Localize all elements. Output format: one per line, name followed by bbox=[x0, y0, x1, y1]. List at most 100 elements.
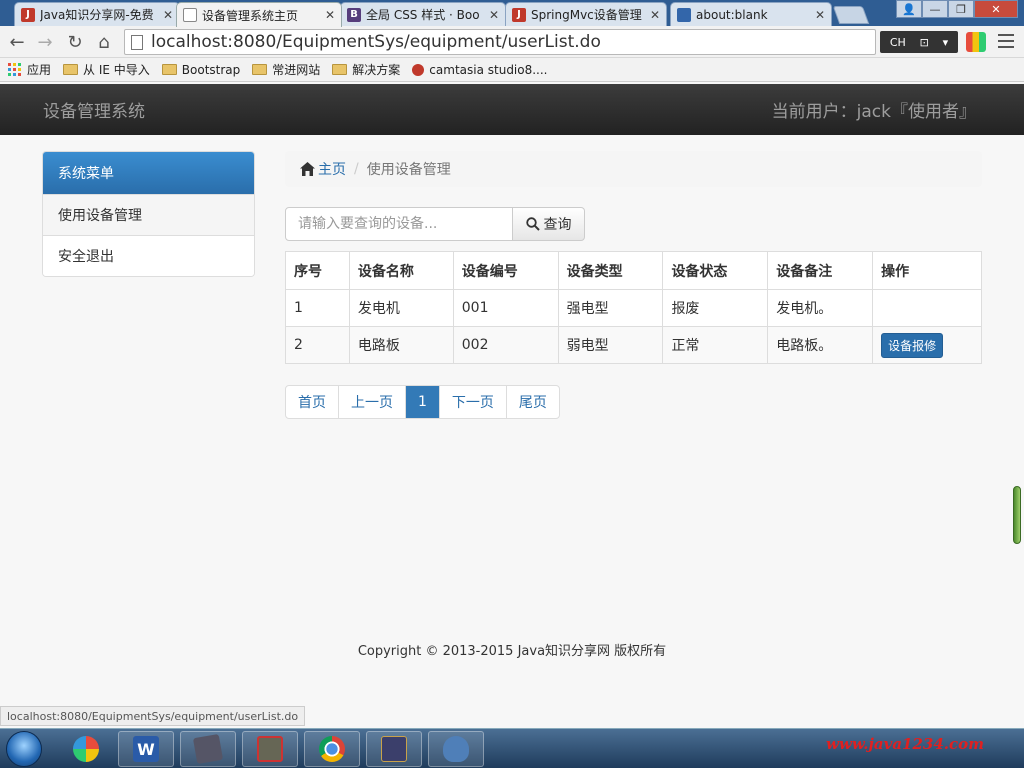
ime-dropdown-icon: ▾ bbox=[942, 35, 949, 49]
column-header: 设备状态 bbox=[662, 251, 769, 290]
page-next-link[interactable]: 下一页 bbox=[438, 386, 506, 418]
breadcrumb-home-link[interactable]: 主页 bbox=[300, 159, 346, 179]
taskbar-app[interactable] bbox=[242, 731, 298, 767]
search-button-label: 查询 bbox=[543, 217, 572, 233]
column-header: 设备备注 bbox=[767, 251, 874, 290]
page-current[interactable]: 1 bbox=[405, 386, 439, 418]
bookmark-camtasia[interactable]: camtasia studio8.... bbox=[412, 63, 548, 77]
cell-no: 2 bbox=[285, 326, 350, 364]
home-icon bbox=[300, 162, 315, 176]
bookmark-label: 解决方案 bbox=[352, 63, 401, 77]
taskbar-app[interactable] bbox=[366, 731, 422, 767]
close-tab-icon[interactable]: ✕ bbox=[163, 8, 173, 22]
windows-start-icon[interactable] bbox=[6, 731, 42, 767]
taskbar-app[interactable] bbox=[428, 731, 484, 767]
chrome-app-icon bbox=[319, 736, 345, 762]
browser-tab-title: 全局 CSS 样式 · Boo bbox=[366, 8, 480, 22]
browser-tab-title: 设备管理系统主页 bbox=[202, 8, 299, 23]
sidebar-menu: 系统菜单 使用设备管理 安全退出 bbox=[42, 151, 255, 277]
folder-icon bbox=[63, 64, 79, 75]
app-navbar: 设备管理系统 当前用户：jack『使用者』 bbox=[0, 84, 1024, 135]
paw-favicon-icon bbox=[677, 7, 691, 22]
new-tab-button[interactable] bbox=[832, 6, 870, 24]
column-header: 操作 bbox=[872, 251, 982, 290]
apps-icon bbox=[8, 63, 21, 76]
browser-toolbar: ← → ↻ ⌂ localhost:8080/EquipmentSys/equi… bbox=[0, 26, 1024, 58]
bookmark-apps[interactable]: 应用 bbox=[8, 61, 51, 78]
close-tab-icon[interactable]: ✕ bbox=[815, 8, 825, 22]
address-bar[interactable]: localhost:8080/EquipmentSys/equipment/us… bbox=[124, 29, 876, 55]
sidebar-item-label: 使用设备管理 bbox=[58, 208, 142, 224]
browser-tab-title: SpringMvc设备管理 bbox=[531, 8, 642, 22]
current-user-label: 当前用户：jack『使用者』 bbox=[771, 102, 976, 122]
app-brand[interactable]: 设备管理系统 bbox=[43, 97, 145, 122]
column-header: 设备编号 bbox=[452, 251, 559, 290]
browser-tab-bootstrap[interactable]: B 全局 CSS 样式 · Boo ✕ bbox=[340, 2, 506, 26]
taskbar-app[interactable] bbox=[304, 731, 360, 767]
extension-icon[interactable] bbox=[966, 32, 986, 52]
browser-menu-icon[interactable] bbox=[998, 34, 1014, 48]
bookmark-solutions[interactable]: 解决方案 bbox=[332, 61, 400, 78]
close-tab-icon[interactable]: ✕ bbox=[650, 8, 660, 22]
url-text: localhost:8080/EquipmentSys/equipment/us… bbox=[151, 32, 601, 52]
sidebar-item-logout[interactable]: 安全退出 bbox=[43, 235, 254, 276]
browser-tab-equipment[interactable]: 设备管理系统主页 ✕ bbox=[176, 2, 342, 27]
page-first-link[interactable]: 首页 bbox=[286, 386, 338, 418]
cell-remark: 发电机。 bbox=[767, 289, 874, 327]
bookmark-ie-import[interactable]: 从 IE 中导入 bbox=[63, 61, 150, 78]
table-row: 2 电路板 002 弱电型 正常 电路板。 设备报修 bbox=[285, 326, 982, 364]
home-icon[interactable]: ⌂ bbox=[93, 31, 115, 53]
page-prev-link[interactable]: 上一页 bbox=[338, 386, 405, 418]
cell-type: 弱电型 bbox=[557, 326, 664, 364]
cell-code: 002 bbox=[452, 326, 559, 364]
cell-no: 1 bbox=[285, 289, 350, 327]
cell-name: 电路板 bbox=[348, 326, 454, 364]
column-header: 设备类型 bbox=[557, 251, 664, 290]
close-tab-icon[interactable]: ✕ bbox=[489, 8, 499, 22]
taskbar-app[interactable] bbox=[58, 731, 114, 767]
forward-arrow-icon[interactable]: → bbox=[34, 31, 56, 53]
taskbar-app[interactable]: W bbox=[118, 731, 174, 767]
cell-type: 强电型 bbox=[557, 289, 664, 327]
taskbar-app[interactable] bbox=[180, 731, 236, 767]
search-input[interactable] bbox=[285, 207, 513, 241]
sidebar-heading: 系统菜单 bbox=[43, 152, 254, 194]
search-button[interactable]: 查询 bbox=[513, 207, 585, 241]
browser-tab-title: Java知识分享网-免费 bbox=[40, 8, 154, 22]
restore-icon[interactable]: ❐ bbox=[948, 0, 974, 18]
bookmark-bootstrap[interactable]: Bootstrap bbox=[161, 63, 240, 77]
java-favicon-icon: J bbox=[512, 7, 526, 22]
cell-action bbox=[872, 289, 982, 327]
breadcrumb-home-label: 主页 bbox=[318, 162, 346, 178]
browser-tab-blank[interactable]: about:blank ✕ bbox=[670, 2, 832, 26]
column-header: 设备名称 bbox=[348, 251, 454, 290]
cell-status: 正常 bbox=[662, 326, 769, 364]
repair-request-button[interactable]: 设备报修 bbox=[881, 332, 944, 358]
search-icon bbox=[525, 217, 540, 231]
close-window-icon[interactable]: ✕ bbox=[974, 0, 1018, 18]
browser-tab-title: about:blank bbox=[696, 7, 768, 22]
bookmark-label: 应用 bbox=[27, 63, 52, 77]
table-header-row: 序号 设备名称 设备编号 设备类型 设备状态 设备备注 操作 bbox=[285, 251, 982, 290]
ime-toolbar[interactable]: CH ⊡ ▾ bbox=[880, 31, 958, 53]
page-last-link[interactable]: 尾页 bbox=[505, 386, 559, 418]
breadcrumb-current: 使用设备管理 bbox=[366, 162, 451, 178]
search-group: 查询 bbox=[285, 207, 585, 241]
breadcrumb-separator: / bbox=[354, 161, 359, 177]
bookmarks-bar: 应用 从 IE 中导入 Bootstrap 常进网站 解决方案 camtasia… bbox=[0, 58, 1024, 82]
ime-mode-icon: ⊡ bbox=[919, 35, 929, 49]
cell-status: 报废 bbox=[662, 289, 769, 327]
user-icon[interactable]: 👤 bbox=[896, 0, 922, 18]
browser-tab-springmvc[interactable]: J SpringMvc设备管理 ✕ bbox=[505, 2, 667, 26]
sidebar-item-equipment-management[interactable]: 使用设备管理 bbox=[43, 194, 254, 235]
close-tab-icon[interactable]: ✕ bbox=[325, 8, 335, 22]
reload-icon[interactable]: ↻ bbox=[64, 31, 86, 53]
page-icon bbox=[131, 34, 143, 50]
recorder-app-icon bbox=[257, 736, 283, 762]
word-app-icon: W bbox=[133, 736, 159, 762]
back-arrow-icon[interactable]: ← bbox=[6, 31, 28, 53]
bookmark-common-sites[interactable]: 常进网站 bbox=[252, 61, 320, 78]
browser-tab-java[interactable]: J Java知识分享网-免费 ✕ bbox=[14, 2, 180, 26]
minimize-icon[interactable]: — bbox=[922, 0, 948, 18]
scroll-indicator[interactable] bbox=[1013, 486, 1021, 544]
